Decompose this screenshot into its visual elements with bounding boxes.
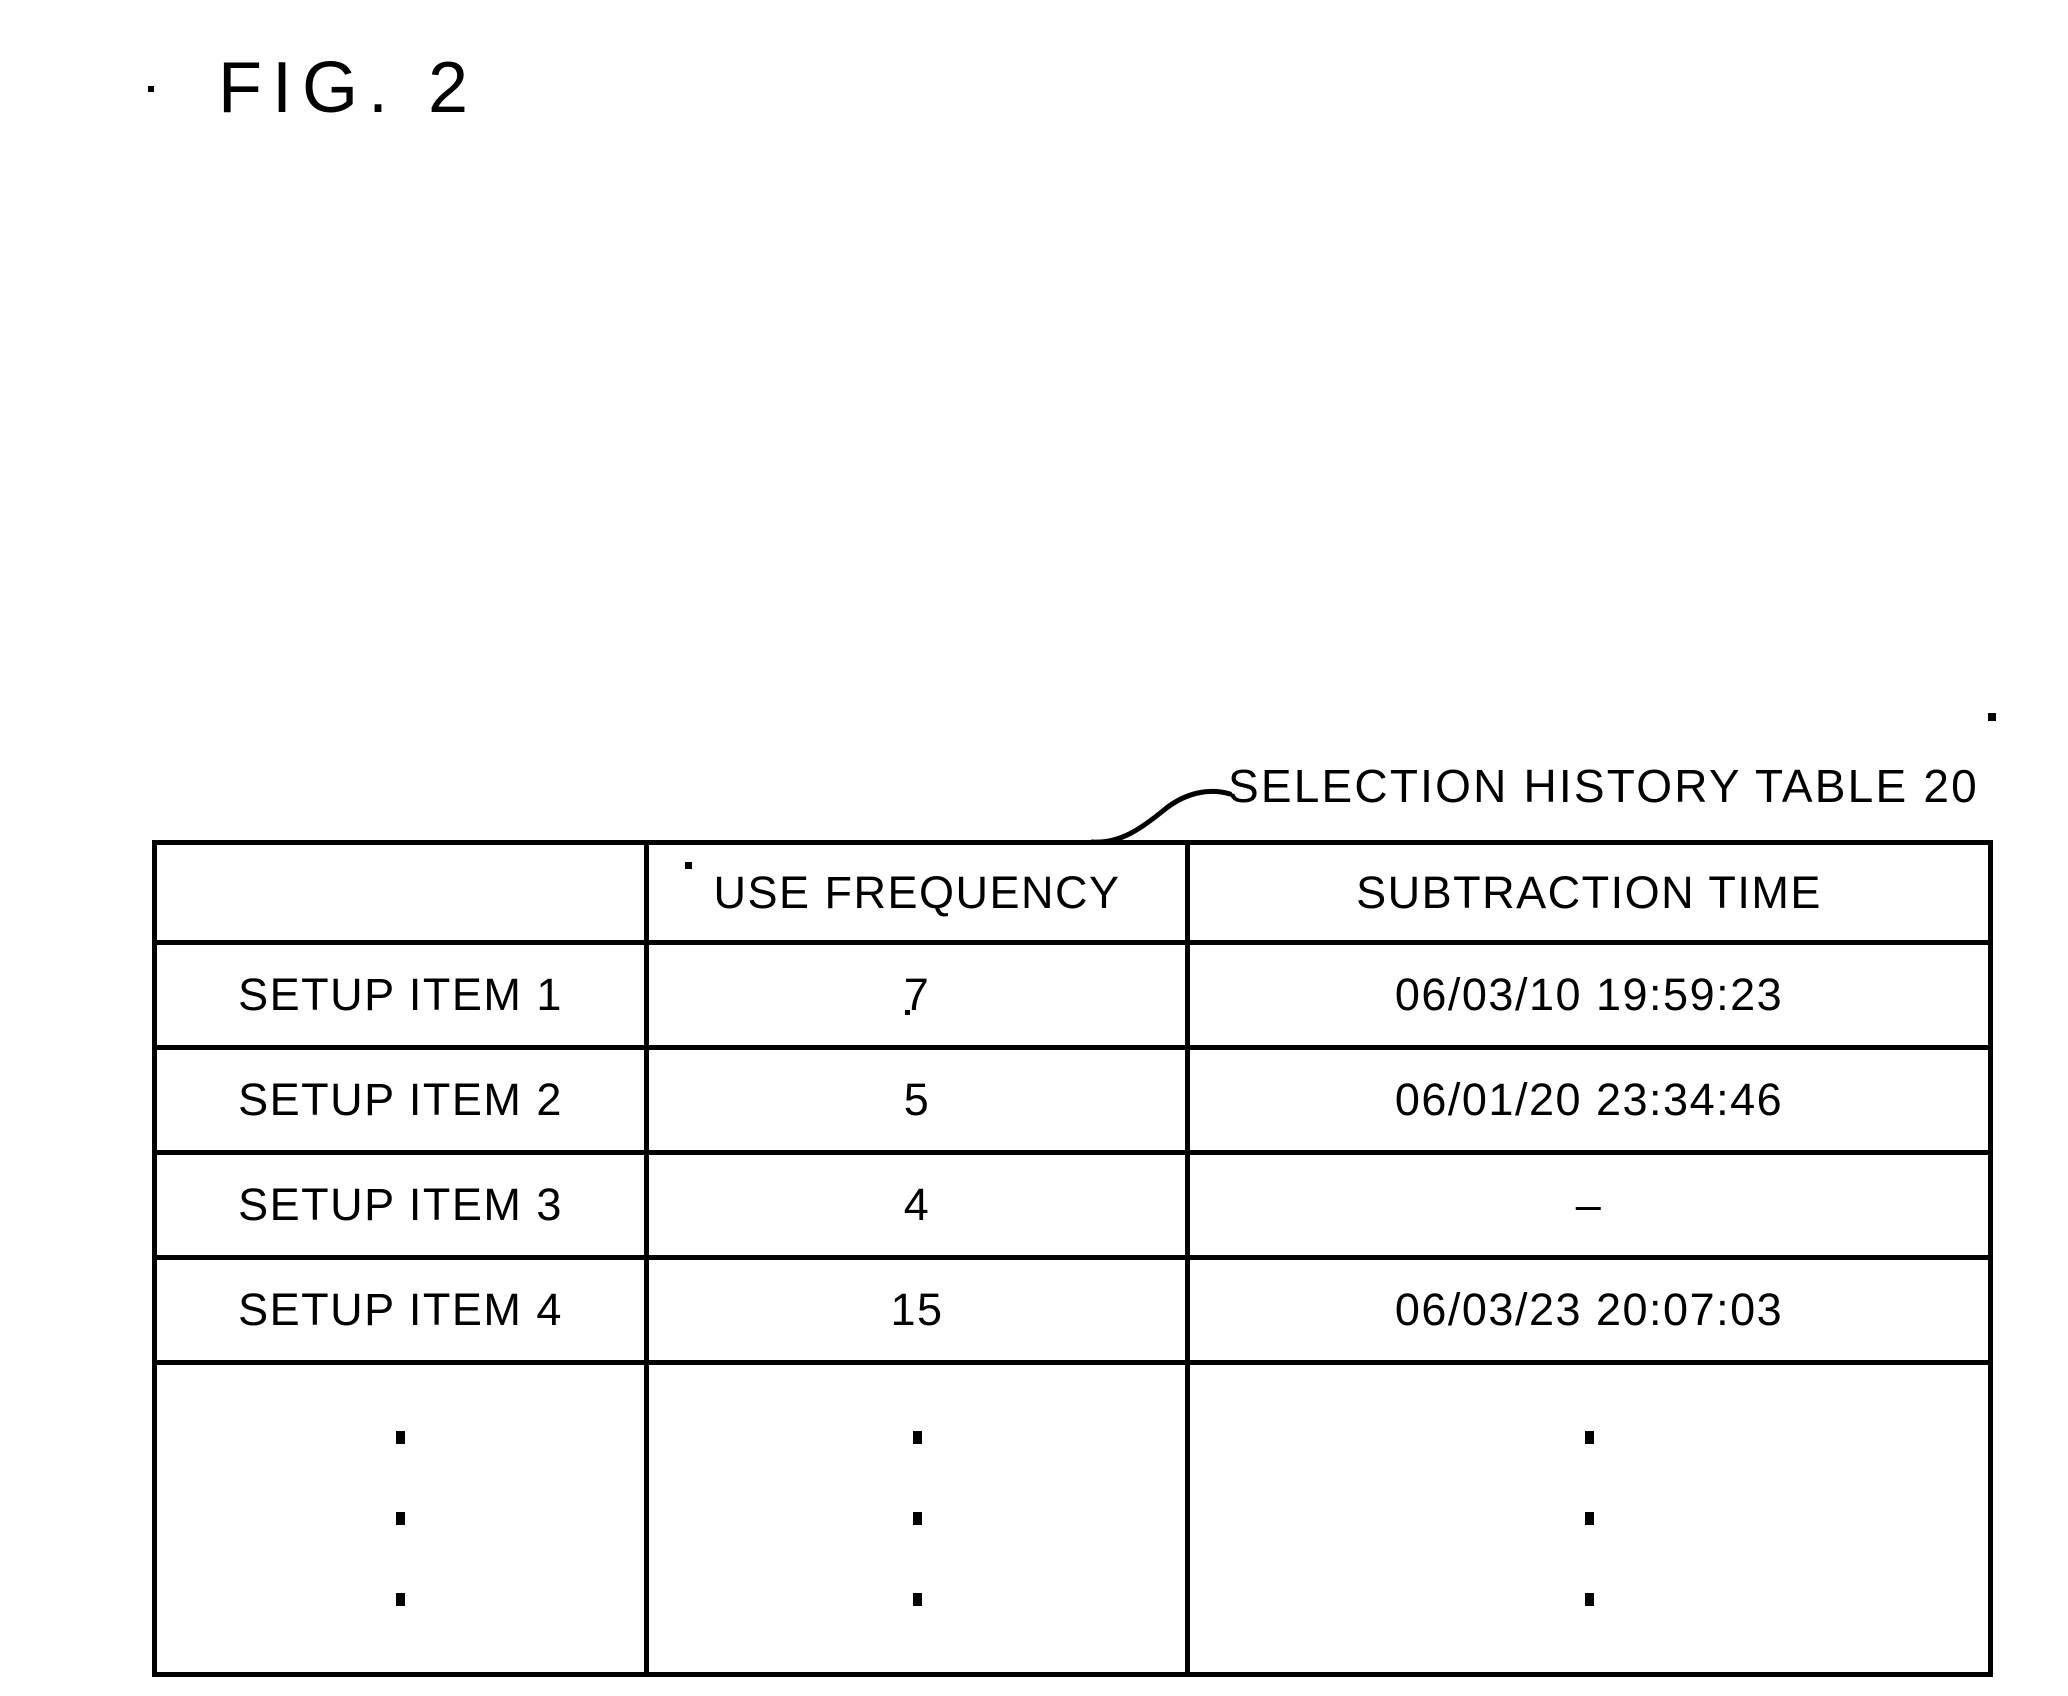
cell-use-frequency: 5 [644,1045,1190,1155]
cell-item: SETUP ITEM 1 [152,940,649,1050]
column-header-item [152,840,649,945]
table-continuation-row [152,1360,1993,1677]
table-callout-label: SELECTION HISTORY TABLE 20 [1228,760,1979,812]
selection-history-table: USE FREQUENCY SUBTRACTION TIME SETUP ITE… [152,840,1993,1677]
cell-use-frequency: 4 [644,1150,1190,1260]
table-row: SETUP ITEM 4 15 06/03/23 20:07:03 [152,1255,1993,1365]
cell-use-frequency-ellipsis [644,1360,1190,1677]
scan-speck [148,86,154,92]
cell-item: SETUP ITEM 2 [152,1045,649,1155]
scan-speck [1988,713,1996,721]
table-header-row: USE FREQUENCY SUBTRACTION TIME [152,840,1993,945]
figure-title: FIG. 2 [218,48,479,128]
table-row: SETUP ITEM 1 7 06/03/10 19:59:23 [152,940,1993,1050]
vertical-ellipsis-icon [1190,1365,1988,1672]
cell-item: SETUP ITEM 3 [152,1150,649,1260]
cell-subtraction-time-ellipsis [1185,1360,1993,1677]
cell-use-frequency: 7 [644,940,1190,1050]
cell-use-frequency: 15 [644,1255,1190,1365]
cell-subtraction-time: 06/01/20 23:34:46 [1185,1045,1993,1155]
vertical-ellipsis-icon [157,1365,644,1672]
vertical-ellipsis-icon [649,1365,1185,1672]
cell-subtraction-time: – [1185,1150,1993,1260]
cell-subtraction-time: 06/03/10 19:59:23 [1185,940,1993,1050]
scan-speck [905,1010,910,1015]
cell-item-ellipsis [152,1360,649,1677]
column-header-subtraction-time: SUBTRACTION TIME [1185,840,1993,945]
table-row: SETUP ITEM 2 5 06/01/20 23:34:46 [152,1045,1993,1155]
table-row: SETUP ITEM 3 4 – [152,1150,1993,1260]
cell-subtraction-time: 06/03/23 20:07:03 [1185,1255,1993,1365]
scan-speck [685,862,692,869]
column-header-use-frequency: USE FREQUENCY [644,840,1190,945]
cell-item: SETUP ITEM 4 [152,1255,649,1365]
